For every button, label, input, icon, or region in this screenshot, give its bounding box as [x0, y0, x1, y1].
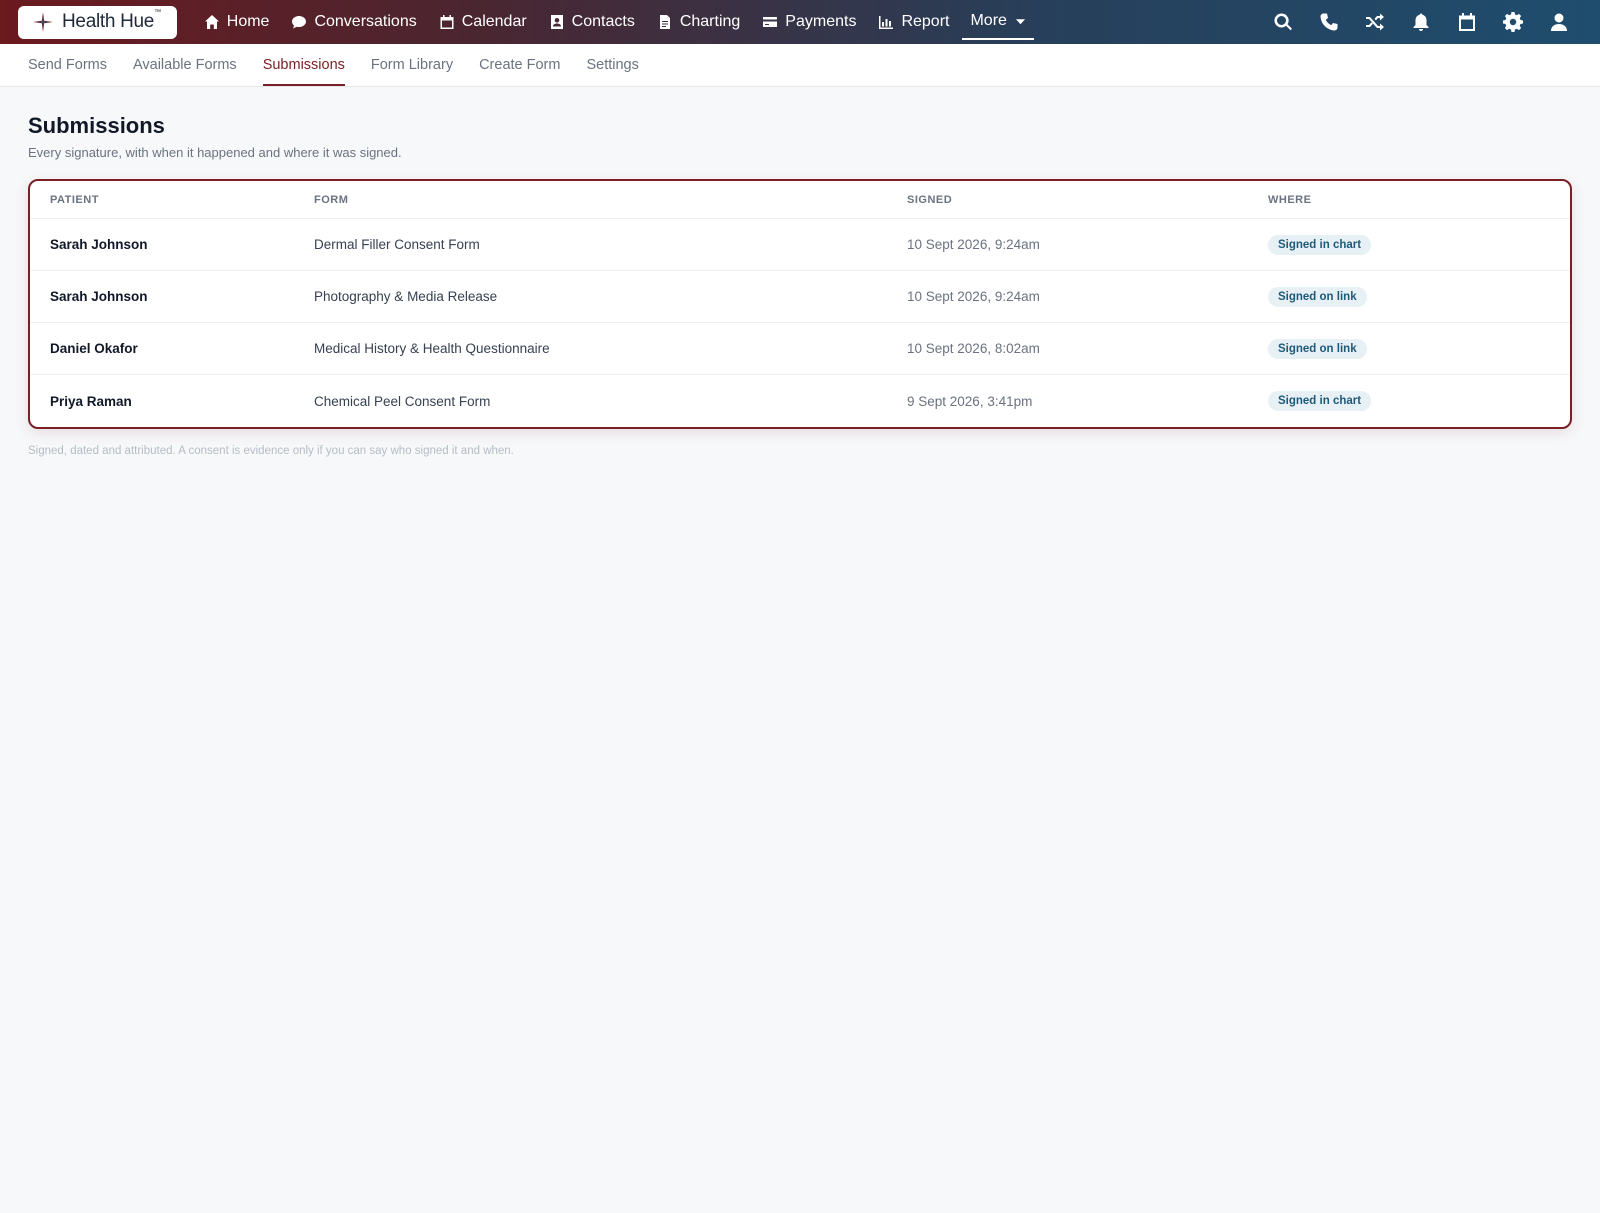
signed-timestamp: 9 Sept 2026, 3:41pm	[907, 393, 1033, 409]
nav-label: Home	[226, 13, 270, 30]
gear-icon	[1503, 12, 1523, 32]
credit-card-icon	[763, 17, 778, 27]
table-row[interactable]: Sarah Johnson Dermal Filler Consent Form…	[30, 219, 1570, 271]
status-badge: Signed in chart	[1268, 391, 1372, 411]
tab-available-forms[interactable]: Available Forms	[120, 44, 250, 86]
submissions-table: Patient Form Signed Where Sarah Johnson …	[28, 179, 1572, 429]
nav-more-label: More	[970, 12, 1007, 29]
user-icon	[1551, 13, 1567, 31]
nav-label: Contacts	[571, 13, 635, 30]
nav-more-dropdown[interactable]: More	[962, 4, 1034, 40]
trademark-mark: ™	[154, 9, 161, 16]
page-title: Submissions	[28, 113, 165, 138]
table-header-row: Patient Form Signed Where	[30, 181, 1570, 219]
calendar-icon	[440, 15, 454, 29]
form-name: Photography & Media Release	[314, 289, 498, 304]
patient-name: Sarah Johnson	[50, 237, 148, 252]
form-name: Medical History & Health Questionnaire	[314, 341, 550, 356]
nav-item-contacts[interactable]: Contacts	[538, 0, 646, 44]
shuffle-icon	[1366, 13, 1384, 31]
nav-item-calendar[interactable]: Calendar	[428, 0, 538, 44]
notifications-button[interactable]	[1398, 0, 1444, 44]
caret-down-icon	[1015, 18, 1026, 24]
nav-item-home[interactable]: Home	[193, 0, 281, 44]
document-icon	[659, 15, 670, 29]
page-subtitle: Every signature, with when it happened a…	[28, 145, 402, 160]
signed-timestamp: 10 Sept 2026, 9:24am	[907, 289, 1040, 304]
contact-card-icon	[550, 15, 563, 29]
shuffle-button[interactable]	[1352, 0, 1398, 44]
signed-timestamp: 10 Sept 2026, 8:02am	[907, 341, 1040, 356]
nav-label: Conversations	[314, 13, 417, 30]
main-nav: Home Conversations Calendar Contacts Cha…	[193, 0, 1034, 44]
table-row[interactable]: Daniel Okafor Medical History & Health Q…	[30, 323, 1570, 375]
status-badge: Signed on link	[1268, 338, 1367, 359]
patient-name: Daniel Okafor	[50, 341, 138, 356]
nav-item-conversations[interactable]: Conversations	[280, 0, 427, 44]
status-badge: Signed on link	[1268, 286, 1367, 307]
nav-label: Charting	[679, 13, 741, 30]
phone-icon	[1320, 13, 1338, 31]
column-header-form[interactable]: Form	[314, 194, 907, 206]
logo-mark-icon	[33, 12, 53, 32]
form-name: Chemical Peel Consent Form	[314, 393, 491, 409]
patient-name: Priya Raman	[50, 393, 132, 409]
nav-label: Report	[901, 13, 950, 30]
form-name: Dermal Filler Consent Form	[314, 237, 480, 252]
tab-create-form[interactable]: Create Form	[466, 44, 573, 86]
app-name: Health Hue	[62, 11, 155, 32]
column-header-where[interactable]: Where	[1268, 194, 1570, 206]
main-content: Submissions Every signature, with when i…	[0, 87, 1600, 457]
nav-label: Calendar	[461, 13, 527, 30]
nav-label: Payments	[785, 13, 857, 30]
tab-send-forms[interactable]: Send Forms	[28, 44, 120, 86]
search-button[interactable]	[1260, 0, 1306, 44]
bell-icon	[1413, 13, 1429, 31]
signed-timestamp: 10 Sept 2026, 9:24am	[907, 237, 1040, 252]
profile-button[interactable]	[1536, 0, 1582, 44]
nav-item-payments[interactable]: Payments	[751, 0, 867, 44]
calendar-icon	[1459, 13, 1475, 31]
nav-item-report[interactable]: Report	[867, 0, 960, 44]
app-logo[interactable]: Health Hue™	[18, 5, 177, 39]
status-badge: Signed in chart	[1268, 234, 1372, 255]
phone-button[interactable]	[1306, 0, 1352, 44]
patient-name: Sarah Johnson	[50, 289, 148, 304]
footnote: Signed, dated and attributed. A consent …	[28, 445, 514, 457]
settings-button[interactable]	[1490, 0, 1536, 44]
home-icon	[204, 15, 219, 29]
tab-submissions[interactable]: Submissions	[250, 44, 358, 86]
top-navigation-bar: Health Hue™ Home Conversations Calendar …	[0, 0, 1600, 44]
nav-item-charting[interactable]: Charting	[646, 0, 751, 44]
forms-subnav: Send Forms Available Forms Submissions F…	[0, 44, 1600, 87]
header-actions	[1260, 0, 1582, 44]
calendar-button[interactable]	[1444, 0, 1490, 44]
search-icon	[1274, 13, 1292, 31]
bar-chart-icon	[879, 16, 894, 29]
table-row[interactable]: Priya Raman Chemical Peel Consent Form 9…	[30, 375, 1570, 427]
column-header-signed[interactable]: Signed	[907, 194, 1268, 206]
tab-form-library[interactable]: Form Library	[358, 44, 466, 86]
column-header-patient[interactable]: Patient	[30, 194, 314, 206]
tab-settings[interactable]: Settings	[573, 44, 651, 86]
table-row[interactable]: Sarah Johnson Photography & Media Releas…	[30, 271, 1570, 323]
chat-bubble-icon	[292, 16, 307, 29]
